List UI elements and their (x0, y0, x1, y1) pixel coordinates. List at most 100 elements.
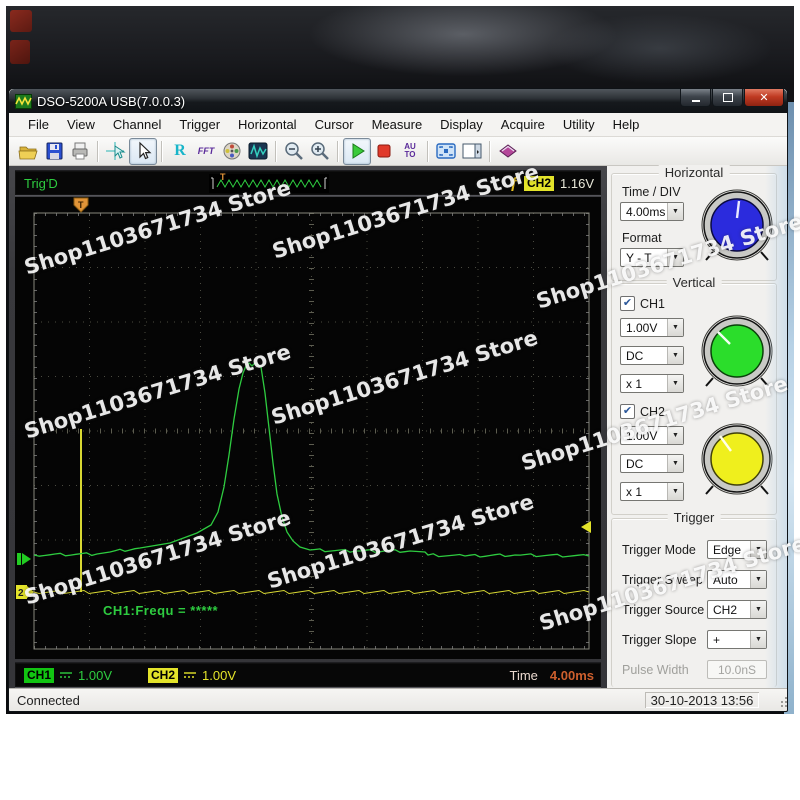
zoom-out-icon[interactable] (281, 139, 307, 164)
grid-border (33, 212, 590, 650)
menu-item-acquire[interactable]: Acquire (492, 114, 554, 135)
format-dropdown[interactable]: Y - T ▼ (620, 248, 684, 267)
menu-item-display[interactable]: Display (431, 114, 492, 135)
datetime-readout: 30-10-2013 13:56 (645, 692, 759, 708)
toolbar-separator (97, 140, 99, 162)
chevron-down-icon: ▼ (750, 541, 766, 558)
time-div-dropdown[interactable]: 4.00ms ▼ (620, 202, 684, 221)
ch2-position-knob[interactable] (700, 422, 774, 502)
menu-item-channel[interactable]: Channel (104, 114, 170, 135)
checkbox-check-icon: ✔ (620, 404, 635, 419)
screenshot-root: DSO-5200A USB(7.0.0.3) ✕ File View Channel… (0, 0, 800, 800)
resize-grip[interactable] (781, 705, 783, 707)
format-label: Format (622, 231, 662, 245)
chevron-down-icon: ▼ (667, 249, 683, 266)
trigger-group: Trigger Trigger Mode Edge ▼ Trigger Sweep… (611, 510, 777, 687)
scope-display[interactable]: 2 T CH1:Frequ = ***** (15, 197, 601, 659)
save-icon[interactable] (41, 139, 67, 164)
menu-item-help[interactable]: Help (604, 114, 649, 135)
pulse-width-input[interactable]: 10.0nS (707, 660, 767, 679)
menu-item-trigger[interactable]: Trigger (170, 114, 229, 135)
print-icon[interactable] (67, 139, 93, 164)
close-button[interactable]: ✕ (744, 89, 784, 107)
ch1-badge[interactable]: CH1 (24, 667, 55, 683)
toolbar: R FFT AU TO (9, 137, 787, 166)
ch1-trace (33, 362, 590, 558)
desktop-icon[interactable] (10, 10, 32, 32)
ch2-coupling-dropdown[interactable]: DC ▼ (620, 454, 684, 473)
horizontal-group-title: Horizontal (658, 165, 730, 180)
menu-item-cursor[interactable]: Cursor (306, 114, 363, 135)
stop-icon[interactable] (371, 139, 397, 164)
ch2-badge[interactable]: CH2 (148, 667, 179, 683)
cursor-icon[interactable] (129, 137, 157, 165)
fft-icon[interactable]: FFT (193, 139, 219, 164)
window-title: DSO-5200A USB(7.0.0.3) (37, 93, 186, 109)
auto-icon[interactable]: AU TO (397, 139, 423, 164)
layout-icon[interactable] (459, 139, 485, 164)
trigger-status: Trig'D (24, 175, 58, 191)
ch2-volt-dropdown[interactable]: 1.00V ▼ (620, 426, 684, 445)
menu-item-file[interactable]: File (19, 114, 58, 135)
open-icon[interactable] (15, 139, 41, 164)
app-window: DSO-5200A USB(7.0.0.3) ✕ File View Channel… (8, 88, 788, 712)
toolbar-separator (337, 140, 339, 162)
ch1-coupling-icon (60, 672, 73, 678)
menu-item-horizontal[interactable]: Horizontal (229, 114, 306, 135)
ch1-marker (17, 553, 21, 565)
ch2-probe-dropdown[interactable]: x 1 ▼ (620, 482, 684, 501)
ch1-probe-dropdown[interactable]: x 1 ▼ (620, 374, 684, 393)
frequency-readout: CH1:Frequ = ***** (103, 603, 219, 618)
play-icon[interactable] (343, 137, 371, 165)
menu-item-measure[interactable]: Measure (363, 114, 432, 135)
horizontal-knob[interactable] (700, 188, 774, 268)
fit-screen-icon[interactable] (433, 139, 459, 164)
waveform-icon[interactable] (245, 139, 271, 164)
chevron-down-icon: ▼ (667, 427, 683, 444)
menu-item-view[interactable]: View (58, 114, 104, 135)
ch1-position-knob[interactable] (700, 314, 774, 394)
chevron-down-icon: ▼ (667, 455, 683, 472)
ch1-volt-div: 1.00V (78, 667, 112, 683)
maximize-button[interactable] (712, 89, 743, 107)
trigger-source-label: Trigger Source (622, 603, 705, 617)
title-bar[interactable]: DSO-5200A USB(7.0.0.3) ✕ (9, 89, 787, 113)
time-div-label: Time / DIV (622, 185, 681, 199)
help-icon[interactable] (495, 139, 521, 164)
time-value: 4.00ms (549, 667, 594, 683)
scope-bottom-info-bar: CH1 1.00V CH2 1.00V Time 4.00ms (15, 663, 601, 687)
toolbar-separator (489, 140, 491, 162)
toolbar-separator (161, 140, 163, 162)
zoom-in-icon[interactable] (307, 139, 333, 164)
minimize-button[interactable] (680, 89, 711, 107)
toolbar-separator (427, 140, 429, 162)
desktop-icon[interactable] (10, 40, 30, 64)
ch1-coupling-dropdown[interactable]: DC ▼ (620, 346, 684, 365)
ch2-trace (33, 589, 590, 595)
status-bar: Connected 30-10-2013 13:56 (9, 688, 787, 711)
ch2-enable-checkbox[interactable]: ✔ CH2 (620, 404, 665, 419)
cursor-cross-icon[interactable] (103, 139, 129, 164)
menu-item-utility[interactable]: Utility (554, 114, 604, 135)
trigger-sweep-dropdown[interactable]: Auto ▼ (707, 570, 767, 589)
preview-trigger-marker: T (220, 172, 226, 182)
refresh-r-icon[interactable]: R (167, 139, 193, 164)
scope-panel: Trig'D T ƒ CH2 1.16V 2 T CH1:Frequ = ***… (9, 166, 607, 689)
ch1-enable-checkbox[interactable]: ✔ CH1 (620, 296, 665, 311)
chevron-down-icon: ▼ (750, 571, 766, 588)
trigger-source-dropdown[interactable]: CH2 ▼ (707, 600, 767, 619)
trigger-mode-dropdown[interactable]: Edge ▼ (707, 540, 767, 559)
record-icon[interactable] (219, 139, 245, 164)
horizontal-group: Horizontal Time / DIV 4.00ms ▼ Format Y -… (611, 165, 777, 281)
trigger-source-badge: CH2 (524, 175, 555, 191)
chevron-down-icon: ▼ (667, 347, 683, 364)
waveform-preview[interactable]: T (209, 172, 329, 193)
chevron-down-icon: ▼ (667, 319, 683, 336)
trigger-edge-icon: ƒ (509, 174, 518, 192)
ch1-marker-arrow (22, 553, 31, 565)
connection-status: Connected (17, 692, 80, 708)
time-label: Time (509, 667, 538, 683)
trigger-slope-label: Trigger Slope (622, 633, 697, 647)
trigger-slope-dropdown[interactable]: + ▼ (707, 630, 767, 649)
ch1-volt-dropdown[interactable]: 1.00V ▼ (620, 318, 684, 337)
